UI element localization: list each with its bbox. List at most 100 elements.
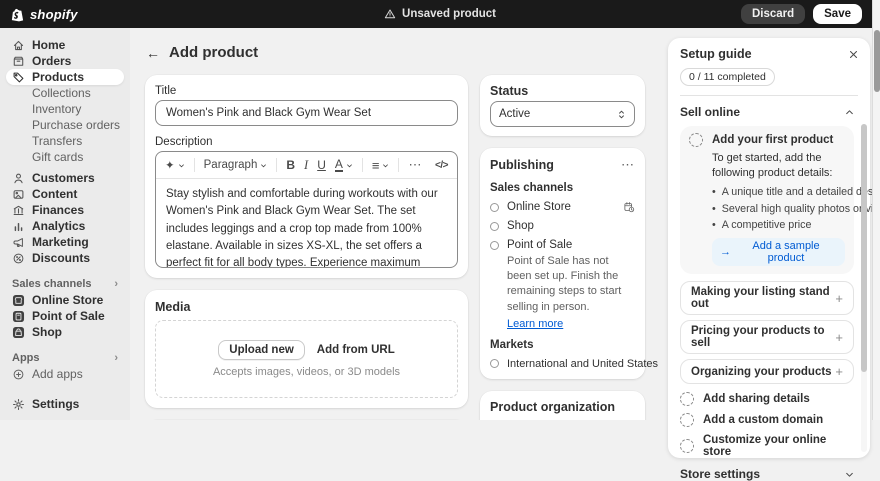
gear-icon	[12, 398, 25, 411]
task-incomplete-icon[interactable]	[680, 392, 694, 407]
media-dropzone[interactable]: Upload new Add from URL Accepts images, …	[155, 320, 458, 398]
underline-button[interactable]: U	[317, 158, 326, 172]
arrow-right-icon: →	[720, 246, 731, 259]
status-select[interactable]: Active	[490, 101, 635, 127]
sidebar-item-shop[interactable]: Shop	[6, 324, 124, 340]
chevron-down-icon	[845, 470, 854, 479]
sidebar-item-transfers[interactable]: Transfers	[6, 133, 124, 149]
setup-guide-scrollbar[interactable]	[861, 124, 867, 452]
close-icon[interactable]	[849, 50, 858, 59]
setup-guide-title: Setup guide	[680, 47, 752, 61]
product-organization-title: Product organization	[490, 399, 615, 414]
alignment-button[interactable]: ≡	[372, 158, 390, 173]
analytics-icon	[12, 220, 25, 233]
sidebar-item-customers[interactable]: Customers	[6, 170, 124, 186]
sidebar-item-gift-cards[interactable]: Gift cards	[6, 149, 124, 165]
italic-button[interactable]: I	[304, 158, 308, 173]
apps-header[interactable]: Apps ›	[12, 352, 118, 364]
accordion-making-listing-stand-out[interactable]: Making your listing stand out +	[680, 281, 854, 316]
add-from-url-button[interactable]: Add from URL	[317, 344, 395, 356]
publishing-title: Publishing	[490, 158, 554, 172]
description-label: Description	[155, 136, 213, 148]
sidebar-item-inventory[interactable]: Inventory	[6, 101, 124, 117]
back-arrow-icon[interactable]: ←	[146, 45, 160, 61]
task-add-custom-domain[interactable]: Add a custom domain	[680, 413, 854, 428]
setup-guide-scrollbar-thumb[interactable]	[861, 124, 867, 372]
sidebar-item-analytics[interactable]: Analytics	[6, 218, 124, 234]
status-title: Status	[490, 84, 529, 98]
task-incomplete-icon[interactable]	[680, 439, 694, 454]
sidebar-item-online-store[interactable]: Online Store	[6, 292, 124, 308]
finances-icon	[12, 204, 25, 217]
market-row: International and United States	[490, 358, 658, 370]
discounts-icon	[12, 252, 25, 265]
products-tag-icon	[12, 71, 25, 84]
more-formatting-button[interactable]: ⋯	[408, 157, 422, 173]
orders-icon	[12, 55, 25, 68]
description-textarea[interactable]: Stay stylish and comfortable during work…	[156, 179, 457, 267]
add-first-product-task: Add your first product To get started, a…	[680, 126, 880, 275]
marketing-icon	[12, 236, 25, 249]
task-bullet: • A competitive price	[712, 219, 812, 232]
schedule-calendar-icon[interactable]	[623, 201, 635, 213]
chevron-right-icon: ›	[114, 278, 118, 290]
bold-button[interactable]: B	[286, 158, 295, 172]
plus-icon: +	[835, 290, 843, 306]
sidebar-item-home[interactable]: Home	[6, 37, 124, 53]
sidebar-item-marketing[interactable]: Marketing	[6, 234, 124, 250]
customers-icon	[12, 172, 25, 185]
store-settings-section-header[interactable]: Store settings	[680, 467, 854, 481]
sales-channels-header[interactable]: Sales channels ›	[12, 278, 118, 290]
sidebar-item-products[interactable]: Products	[6, 69, 124, 85]
sidebar-item-discounts[interactable]: Discounts	[6, 250, 124, 266]
magic-text-icon[interactable]: ✦	[165, 158, 185, 172]
publishing-more-button[interactable]: ⋯	[621, 157, 635, 173]
sales-channels-label: Sales channels	[490, 182, 574, 194]
sidebar-item-finances[interactable]: Finances	[6, 202, 124, 218]
markets-label: Markets	[490, 338, 534, 351]
channel-bullet-icon	[490, 221, 499, 231]
sidebar-item-purchase-orders[interactable]: Purchase orders	[6, 117, 124, 133]
page-scrollbar[interactable]	[872, 0, 880, 420]
sidebar-item-collections[interactable]: Collections	[6, 85, 124, 101]
task-incomplete-icon[interactable]	[680, 413, 694, 428]
task-customize-online-store[interactable]: Customize your online store	[680, 434, 854, 458]
page-scrollbar-thumb[interactable]	[874, 30, 880, 92]
media-card: Media Upload new Add from URL Accepts im…	[145, 290, 468, 408]
upload-new-button[interactable]: Upload new	[218, 340, 305, 360]
content-icon	[12, 188, 25, 201]
paragraph-style-dropdown[interactable]: Paragraph	[204, 159, 268, 171]
learn-more-link[interactable]: Learn more	[507, 318, 563, 330]
add-sample-product-button[interactable]: → Add a sample product	[712, 238, 845, 267]
task-incomplete-icon[interactable]	[689, 133, 703, 147]
task-add-sharing-details[interactable]: Add sharing details	[680, 392, 854, 407]
task-header[interactable]: Add your first product	[689, 133, 845, 147]
task-bullet: •A unique title and a detailed descripti…	[712, 186, 880, 199]
sidebar-item-content[interactable]: Content	[6, 186, 124, 202]
product-organization-card: Product organization Category Outfit Set…	[480, 390, 645, 420]
accordion-pricing-products[interactable]: Pricing your products to sell +	[680, 320, 854, 355]
task-bullet: • Several high quality photos or videos	[712, 202, 880, 215]
sidebar-item-settings[interactable]: Settings	[6, 396, 124, 412]
sidebar-item-point-of-sale[interactable]: Point of Sale	[6, 308, 124, 324]
title-input[interactable]	[155, 100, 458, 126]
editor-toolbar: ✦ Paragraph B I U A ≡ ⋯ </>	[156, 152, 457, 179]
channel-bullet-icon	[490, 202, 499, 212]
media-hint: Accepts images, videos, or 3D models	[212, 366, 401, 378]
accordion-organizing-products[interactable]: Organizing your products +	[680, 359, 854, 385]
setup-guide-panel: Setup guide 0 / 11 completed Sell online…	[668, 38, 880, 481]
plus-icon: +	[835, 329, 843, 345]
point-of-sale-icon	[12, 310, 25, 323]
text-color-button[interactable]: A	[334, 158, 353, 173]
sidebar-item-orders[interactable]: Orders	[6, 53, 124, 69]
home-icon	[12, 39, 25, 52]
chevron-up-icon	[845, 108, 854, 117]
code-view-button[interactable]: </>	[435, 160, 448, 171]
sell-online-section-header[interactable]: Sell online	[680, 105, 854, 119]
media-title: Media	[155, 300, 191, 314]
title-label: Title	[155, 85, 177, 97]
unsaved-label: Unsaved product	[402, 8, 496, 20]
publishing-card: Publishing ⋯ Sales channels Online Store…	[480, 148, 658, 379]
sidebar-item-add-apps[interactable]: Add apps	[6, 366, 124, 382]
task-bullets: •A unique title and a detailed descripti…	[712, 186, 880, 232]
